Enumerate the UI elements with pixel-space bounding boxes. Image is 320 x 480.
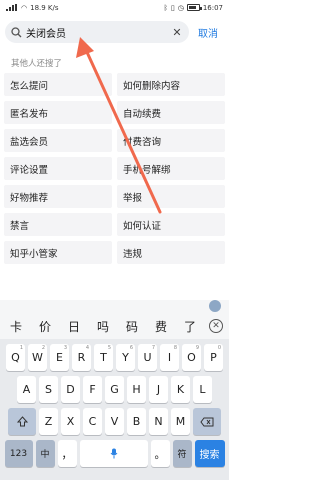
microphone-icon <box>110 448 117 459</box>
suggestion-chip[interactable]: 如何删除内容 <box>117 73 225 96</box>
vibrate-icon: ▯ <box>170 3 175 12</box>
wifi-icon: ◠ <box>21 3 28 12</box>
backspace-key[interactable] <box>193 408 221 435</box>
suggestion-chip[interactable]: 怎么提问 <box>4 73 112 96</box>
key-z[interactable]: Z <box>39 408 58 435</box>
comma-key[interactable]: ， <box>57 440 77 467</box>
section-title: 其他人还搜了 <box>11 59 63 69</box>
suggestion-chip[interactable]: 禁言 <box>4 213 112 236</box>
search-icon <box>11 26 22 37</box>
candidate[interactable]: 日 <box>64 318 84 335</box>
candidate[interactable]: 码 <box>122 318 142 335</box>
suggestion-chip[interactable]: 如何认证 <box>117 213 225 236</box>
candidate[interactable]: 费 <box>151 318 171 335</box>
status-time: 16:07 <box>202 3 223 12</box>
suggestion-chip[interactable]: 知乎小管家 <box>4 241 112 264</box>
suggestion-chip[interactable]: 举报 <box>117 185 225 208</box>
candidate[interactable]: 了 <box>180 318 200 335</box>
alarm-icon: ◷ <box>177 3 184 12</box>
key-g[interactable]: G <box>105 376 124 403</box>
key-h[interactable]: H <box>127 376 146 403</box>
key-l[interactable]: L <box>193 376 212 403</box>
suggestion-chip[interactable]: 违规 <box>117 241 225 264</box>
key-v[interactable]: V <box>105 408 124 435</box>
search-key[interactable]: 搜索 <box>194 440 225 467</box>
search-input[interactable] <box>26 26 171 38</box>
key-c[interactable]: C <box>83 408 102 435</box>
status-bar: ◠ 18.9 K/s ᛒ ▯ ◷ 16:07 <box>0 0 229 15</box>
suggestion-chip[interactable]: 手机号解绑 <box>117 157 225 180</box>
backspace-icon <box>200 417 214 426</box>
numbers-key[interactable]: 123 <box>4 440 33 467</box>
candidate[interactable]: 价 <box>35 318 55 335</box>
signal-icon <box>6 4 18 11</box>
shift-key[interactable] <box>8 408 36 435</box>
key-a[interactable]: A <box>17 376 36 403</box>
key-w[interactable]: 2W <box>28 344 47 371</box>
shift-icon <box>16 416 28 427</box>
suggestion-chip[interactable]: 付费咨询 <box>117 129 225 152</box>
symbol-key[interactable]: 符 <box>172 440 192 467</box>
key-row-4: 123 中 ， 。 符 搜索 <box>0 440 229 467</box>
key-row-3: Z X C V B N M <box>0 408 229 435</box>
space-key[interactable] <box>79 440 148 467</box>
key-k[interactable]: K <box>171 376 190 403</box>
key-x[interactable]: X <box>61 408 80 435</box>
clear-icon[interactable]: ✕ <box>171 26 183 39</box>
key-e[interactable]: 3E <box>50 344 69 371</box>
suggestion-chip[interactable]: 评论设置 <box>4 157 112 180</box>
suggestion-grid: 怎么提问 如何删除内容 匿名发布 自动续费 盐选会员 付费咨询 评论设置 手机号… <box>4 73 225 264</box>
suggestion-chip[interactable]: 盐选会员 <box>4 129 112 152</box>
keyboard-assistant-icon[interactable] <box>209 300 221 312</box>
key-m[interactable]: M <box>171 408 190 435</box>
candidate[interactable]: 卡 <box>6 318 26 335</box>
key-row-1: 1Q 2W 3E 4R 5T 6Y 7U 8I 9O 0P <box>0 344 229 371</box>
key-i[interactable]: 8I <box>160 344 179 371</box>
key-q[interactable]: 1Q <box>6 344 25 371</box>
language-key[interactable]: 中 <box>35 440 55 467</box>
key-p[interactable]: 0P <box>204 344 223 371</box>
suggestion-chip[interactable]: 好物推荐 <box>4 185 112 208</box>
period-key[interactable]: 。 <box>150 440 170 467</box>
key-f[interactable]: F <box>83 376 102 403</box>
key-n[interactable]: N <box>149 408 168 435</box>
battery-icon <box>186 4 202 11</box>
key-row-2: A S D F G H J K L <box>0 376 229 403</box>
keyboard: 卡 价 日 吗 码 费 了 ✕ 1Q 2W 3E 4R 5T 6Y 7U 8I … <box>0 300 229 480</box>
key-s[interactable]: S <box>39 376 58 403</box>
candidate[interactable]: 吗 <box>93 318 113 335</box>
key-o[interactable]: 9O <box>182 344 201 371</box>
suggestion-chip[interactable]: 匿名发布 <box>4 101 112 124</box>
network-speed: 18.9 K/s <box>30 3 59 12</box>
collapse-candidates-icon[interactable]: ✕ <box>209 319 223 333</box>
search-box[interactable]: ✕ <box>5 21 189 43</box>
candidate-bar: 卡 价 日 吗 码 费 了 ✕ <box>0 313 229 339</box>
key-t[interactable]: 5T <box>94 344 113 371</box>
key-j[interactable]: J <box>149 376 168 403</box>
suggestion-chip[interactable]: 自动续费 <box>117 101 225 124</box>
key-b[interactable]: B <box>127 408 146 435</box>
key-r[interactable]: 4R <box>72 344 91 371</box>
key-d[interactable]: D <box>61 376 80 403</box>
key-y[interactable]: 6Y <box>116 344 135 371</box>
bluetooth-icon: ᛒ <box>163 3 168 12</box>
key-u[interactable]: 7U <box>138 344 157 371</box>
cancel-button[interactable]: 取消 <box>198 25 218 40</box>
search-row: ✕ 取消 <box>5 20 225 44</box>
